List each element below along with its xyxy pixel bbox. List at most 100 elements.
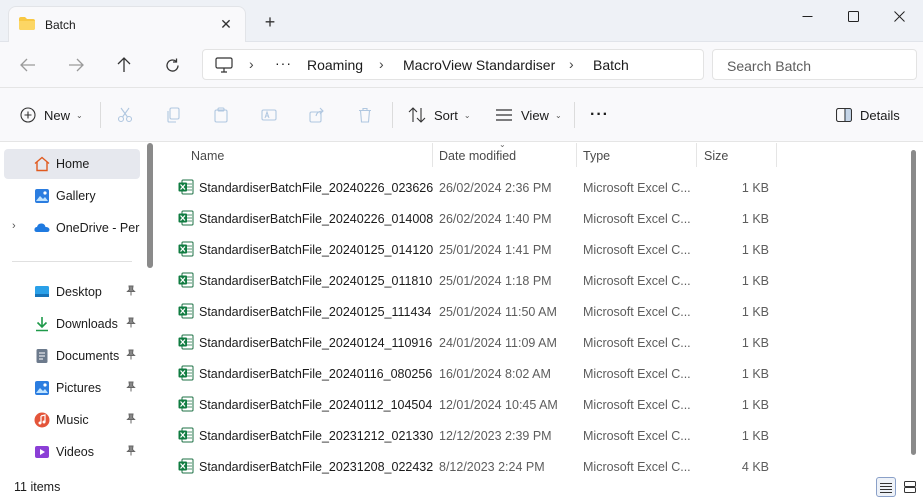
column-header-type[interactable]: Type bbox=[583, 143, 610, 167]
back-button[interactable] bbox=[14, 52, 42, 78]
pin-icon[interactable] bbox=[126, 445, 136, 459]
breadcrumb-overflow-button[interactable]: ··· bbox=[275, 55, 292, 71]
excel-csv-icon bbox=[178, 365, 194, 381]
file-type: Microsoft Excel C... bbox=[583, 181, 691, 195]
breadcrumb-batch[interactable]: Batch bbox=[593, 57, 629, 73]
file-date-modified: 12/12/2023 2:39 PM bbox=[439, 429, 552, 443]
file-date-modified: 26/02/2024 2:36 PM bbox=[439, 181, 552, 195]
sidebar-divider bbox=[12, 261, 132, 262]
file-row[interactable]: StandardiserBatchFile_20240125_011810 25… bbox=[160, 265, 910, 296]
excel-csv-icon bbox=[178, 427, 194, 443]
file-type: Microsoft Excel C... bbox=[583, 243, 691, 257]
forward-button[interactable] bbox=[62, 52, 90, 78]
sidebar-item-music[interactable]: Music bbox=[4, 405, 140, 435]
column-divider[interactable] bbox=[432, 143, 433, 167]
file-date-modified: 25/01/2024 1:41 PM bbox=[439, 243, 552, 257]
pin-icon[interactable] bbox=[126, 349, 136, 363]
sidebar-item-gallery[interactable]: Gallery bbox=[4, 181, 140, 211]
column-divider[interactable] bbox=[696, 143, 697, 167]
file-size: 1 KB bbox=[741, 274, 769, 288]
file-row[interactable]: StandardiserBatchFile_20240116_080256 16… bbox=[160, 358, 910, 389]
file-row[interactable]: StandardiserBatchFile_20240112_104504 12… bbox=[160, 389, 910, 420]
excel-csv-icon bbox=[178, 334, 194, 350]
refresh-icon bbox=[165, 58, 179, 72]
tab-batch[interactable]: Batch ✕ bbox=[8, 6, 246, 42]
toolbar-divider bbox=[574, 102, 575, 128]
file-date-modified: 26/02/2024 1:40 PM bbox=[439, 212, 552, 226]
details-pane-button[interactable]: Details bbox=[836, 103, 900, 127]
column-divider[interactable] bbox=[576, 143, 577, 167]
more-options-button[interactable]: ··· bbox=[590, 103, 609, 127]
excel-csv-icon bbox=[178, 458, 194, 474]
delete-button[interactable] bbox=[357, 103, 373, 127]
sidebar-item-pictures[interactable]: Pictures bbox=[4, 373, 140, 403]
up-button[interactable] bbox=[110, 52, 138, 78]
sort-icon bbox=[408, 107, 426, 123]
sidebar-item-home[interactable]: Home bbox=[4, 149, 140, 179]
rename-button[interactable] bbox=[261, 103, 277, 127]
sidebar-item-downloads[interactable]: Downloads bbox=[4, 309, 140, 339]
tiles-view-button[interactable] bbox=[900, 477, 920, 497]
desktop-icon bbox=[34, 284, 50, 300]
column-header-name[interactable]: Name bbox=[191, 143, 224, 167]
column-divider[interactable] bbox=[776, 143, 777, 167]
file-type: Microsoft Excel C... bbox=[583, 367, 691, 381]
file-row[interactable]: StandardiserBatchFile_20240125_111434 25… bbox=[160, 296, 910, 327]
file-name: StandardiserBatchFile_20231208_022432 bbox=[199, 460, 434, 474]
minimize-icon bbox=[802, 15, 812, 17]
pin-icon[interactable] bbox=[126, 285, 136, 299]
search-input[interactable]: Search Batch bbox=[712, 49, 917, 80]
copy-button[interactable] bbox=[165, 103, 181, 127]
file-name: StandardiserBatchFile_20240125_014120 bbox=[199, 243, 434, 257]
file-size: 1 KB bbox=[741, 181, 769, 195]
sidebar-item-videos[interactable]: Videos bbox=[4, 437, 140, 467]
sidebar-item-desktop[interactable]: Desktop bbox=[4, 277, 140, 307]
sidebar-item-documents[interactable]: Documents bbox=[4, 341, 140, 371]
sort-button[interactable]: Sort ⌄ bbox=[408, 103, 471, 127]
breadcrumb-roaming[interactable]: Roaming bbox=[307, 57, 363, 73]
file-date-modified: 8/12/2023 2:24 PM bbox=[439, 460, 545, 474]
chevron-right-icon[interactable]: › bbox=[12, 220, 16, 232]
column-header-date-modified[interactable]: Date modified bbox=[439, 143, 516, 167]
file-date-modified: 25/01/2024 11:50 AM bbox=[439, 305, 557, 319]
videos-icon bbox=[34, 444, 50, 460]
details-view-button[interactable] bbox=[876, 477, 896, 497]
close-tab-icon[interactable]: ✕ bbox=[217, 15, 235, 33]
sidebar-item-label: OneDrive - Perso bbox=[56, 221, 140, 235]
refresh-button[interactable] bbox=[158, 52, 186, 78]
new-button[interactable]: New ⌄ bbox=[20, 103, 83, 127]
file-list-scrollbar[interactable] bbox=[911, 150, 916, 455]
file-name: StandardiserBatchFile_20240116_080256 bbox=[199, 367, 433, 381]
close-window-button[interactable] bbox=[876, 0, 922, 32]
file-row[interactable]: StandardiserBatchFile_20240226_014008 26… bbox=[160, 203, 910, 234]
view-button[interactable]: View ⌄ bbox=[495, 103, 562, 127]
file-row[interactable]: StandardiserBatchFile_20240124_110916 24… bbox=[160, 327, 910, 358]
tab-title: Batch bbox=[45, 18, 76, 32]
column-header-size[interactable]: Size bbox=[704, 143, 728, 167]
sidebar-item-label: Home bbox=[56, 157, 90, 171]
pin-icon[interactable] bbox=[126, 381, 136, 395]
share-button[interactable] bbox=[309, 103, 325, 127]
maximize-icon bbox=[847, 10, 859, 22]
new-tab-button[interactable]: + bbox=[260, 12, 280, 32]
file-row[interactable]: StandardiserBatchFile_20240125_014120 25… bbox=[160, 234, 910, 265]
pin-icon[interactable] bbox=[126, 317, 136, 331]
paste-button[interactable] bbox=[213, 103, 229, 127]
cut-button[interactable] bbox=[117, 103, 133, 127]
breadcrumb-separator: › bbox=[569, 56, 574, 72]
file-row[interactable]: StandardiserBatchFile_20231212_021330 12… bbox=[160, 420, 910, 451]
new-label: New bbox=[44, 107, 71, 123]
file-row[interactable]: StandardiserBatchFile_20240226_023626 26… bbox=[160, 172, 910, 203]
breadcrumb[interactable]: › ··· Roaming › MacroView Standardiser ›… bbox=[202, 49, 704, 80]
excel-csv-icon bbox=[178, 241, 194, 257]
sidebar-scrollbar[interactable] bbox=[147, 143, 153, 268]
maximize-button[interactable] bbox=[830, 0, 876, 32]
file-size: 1 KB bbox=[741, 243, 769, 257]
file-name: StandardiserBatchFile_20240124_110916 bbox=[199, 336, 433, 350]
breadcrumb-macroview-standardiser[interactable]: MacroView Standardiser bbox=[403, 57, 555, 73]
pin-icon[interactable] bbox=[126, 413, 136, 427]
sidebar-item-onedrive[interactable]: › OneDrive - Perso bbox=[4, 213, 140, 243]
file-size: 1 KB bbox=[741, 367, 769, 381]
minimize-button[interactable] bbox=[784, 0, 830, 32]
tiles-view-icon bbox=[904, 481, 916, 493]
